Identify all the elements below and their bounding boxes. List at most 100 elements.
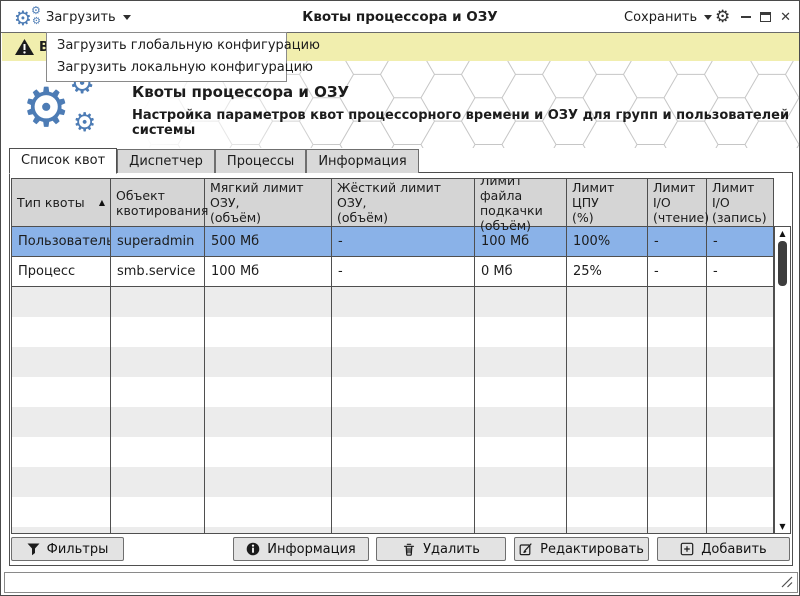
menu-item-load-local-config[interactable]: Загрузить локальную конфигурацию: [47, 57, 313, 79]
table-cell: [205, 497, 332, 527]
tab-bar: Список квот Диспетчер Процессы Информация: [9, 148, 419, 174]
column-header[interactable]: Жёсткий лимит ОЗУ, (объём): [332, 179, 475, 226]
table-cell: [111, 317, 205, 347]
table-cell: [648, 437, 707, 467]
table-cell: [567, 317, 648, 347]
close-button[interactable]: ✕: [780, 11, 791, 24]
column-header-label: Мягкий лимит ОЗУ, (объём): [210, 180, 304, 225]
table-body: Пользователь superadmin 500 Мб -100 Мб 100% -…: [12, 227, 773, 533]
table-cell: [707, 347, 773, 377]
save-menu-button[interactable]: Сохранить: [624, 1, 713, 33]
settings-gear-icon[interactable]: ⚙: [715, 1, 730, 33]
table-cell: Процесс: [12, 257, 111, 286]
column-header[interactable]: Лимит файла подкачки (объём): [475, 179, 567, 233]
empty-table-row: [12, 407, 773, 437]
table-cell: [475, 287, 567, 317]
table-cell: [648, 377, 707, 407]
chevron-down-icon: [122, 14, 131, 20]
delete-button-label: Удалить: [423, 541, 480, 557]
table-cell: [475, 347, 567, 377]
tab-quota-list[interactable]: Список квот: [9, 148, 118, 174]
maximize-button[interactable]: [760, 12, 772, 22]
table-cell: [707, 497, 773, 527]
column-header[interactable]: Лимит ЦПУ (%): [567, 179, 648, 226]
column-header-label: Лимит файла подкачки (объём): [480, 178, 543, 233]
table-cell: [707, 407, 773, 437]
table-cell: [475, 497, 567, 527]
minimize-button[interactable]: [741, 16, 752, 18]
table-cell: [12, 317, 111, 347]
table-cell: [332, 287, 475, 317]
table-cell: [707, 317, 773, 347]
column-header[interactable]: Лимит I/O (чтение): [648, 179, 710, 226]
filters-button[interactable]: Фильтры: [11, 537, 124, 561]
column-header[interactable]: Объект квотирования: [111, 179, 209, 226]
gear-icon: ⚙: [32, 16, 41, 27]
table-cell: [332, 497, 475, 527]
table-row[interactable]: Пользователь superadmin 500 Мб -100 Мб 100% -…: [12, 227, 773, 257]
scroll-down-icon[interactable]: ▼: [775, 520, 790, 533]
table-cell: [12, 377, 111, 407]
table-cell: -: [332, 227, 475, 256]
load-menu-button[interactable]: Загрузить: [46, 1, 131, 33]
scrollbar-thumb[interactable]: [778, 241, 787, 286]
gear-icon: ⚙: [22, 76, 71, 139]
info-button[interactable]: Информация: [233, 537, 369, 561]
page-title: Квоты процессора и ОЗУ: [132, 83, 350, 101]
table-cell: [332, 347, 475, 377]
table-cell: [567, 467, 648, 497]
table-cell: [111, 497, 205, 527]
table-cell: [567, 407, 648, 437]
table-cell: [332, 527, 475, 533]
scroll-up-icon[interactable]: ▲: [775, 227, 790, 240]
gear-icon: ⚙: [14, 6, 32, 30]
column-header-label: Лимит I/O (чтение): [653, 180, 710, 225]
column-header-label: Объект квотирования: [116, 187, 209, 218]
table-cell: -: [713, 264, 718, 279]
empty-table-row: [12, 467, 773, 497]
filter-icon: [27, 543, 40, 555]
table-cell: [475, 437, 567, 467]
table-cell: [111, 467, 205, 497]
table-cell: 500 Мб: [205, 227, 332, 256]
table-cell: -: [648, 257, 707, 286]
warning-icon: [15, 39, 34, 55]
menu-item-load-global-config[interactable]: Загрузить глобальную конфигурацию: [47, 35, 320, 57]
edit-button[interactable]: Редактировать: [514, 537, 649, 561]
save-menu-label: Сохранить: [624, 9, 698, 25]
column-header[interactable]: Тип квоты ▲: [12, 179, 111, 226]
tab-information[interactable]: Информация: [306, 149, 419, 173]
table-cell: [567, 287, 648, 317]
tab-processes[interactable]: Процессы: [214, 149, 307, 173]
quota-table: Тип квоты ▲ Объект квотирования Мягкий лими…: [11, 178, 791, 534]
trash-icon: [403, 543, 415, 556]
delete-button[interactable]: Удалить: [376, 537, 506, 561]
empty-table-row: [12, 437, 773, 467]
table-cell: 100%: [567, 227, 648, 256]
table-cell: 100 Мб: [475, 227, 567, 256]
vertical-scrollbar[interactable]: ▲ ▼: [774, 226, 791, 534]
table-cell: [707, 527, 773, 533]
table-cell: [648, 317, 707, 347]
table-cell: [205, 287, 332, 317]
table-row[interactable]: Процесс smb.service 100 Мб -0 Мб 25% - -: [12, 257, 773, 287]
column-header-label: Лимит ЦПУ (%): [572, 180, 615, 225]
add-button[interactable]: Добавить: [657, 537, 790, 561]
table-cell: [111, 377, 205, 407]
table-cell: [205, 377, 332, 407]
tab-dispatcher[interactable]: Диспетчер: [117, 149, 215, 173]
chevron-down-icon: [704, 14, 713, 20]
table-cell: [12, 437, 111, 467]
table-cell: [111, 347, 205, 377]
app-gears-icon: ⚙ ⚙ ⚙: [14, 4, 44, 30]
content-panel: Тип квоты ▲ Объект квотирования Мягкий лими…: [9, 172, 793, 566]
table-grid: Тип квоты ▲ Объект квотирования Мягкий лими…: [11, 178, 774, 534]
info-icon: [246, 542, 260, 556]
add-button-label: Добавить: [701, 541, 767, 557]
table-cell: [707, 287, 773, 317]
page-subtitle: Настройка параметров квот процессорного …: [132, 108, 790, 138]
column-header[interactable]: Мягкий лимит ОЗУ, (объём): [205, 179, 332, 226]
table-cell: [12, 407, 111, 437]
resize-grip[interactable]: [779, 576, 793, 589]
column-header[interactable]: Лимит I/O (запись): [707, 179, 773, 226]
